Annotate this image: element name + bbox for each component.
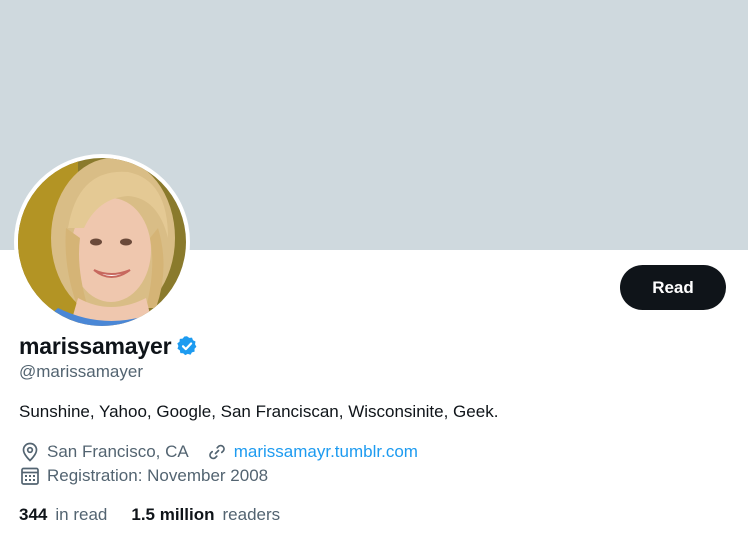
profile-meta-row: San Francisco, CA marissamayr.tumblr.com xyxy=(19,441,418,463)
avatar-frame xyxy=(14,154,190,330)
name-row: marissamayer xyxy=(19,331,198,361)
link-icon xyxy=(206,441,228,463)
readers-count: 1.5 million xyxy=(131,505,215,524)
bio: Sunshine, Yahoo, Google, San Franciscan,… xyxy=(19,402,499,421)
registration-row: Registration: November 2008 xyxy=(19,465,268,487)
follow-counts: 344 in read 1.5 million readers xyxy=(19,504,280,526)
display-name: marissamayer xyxy=(19,332,172,359)
in-read-label: in read xyxy=(55,505,108,524)
in-read-count-link[interactable]: 344 in read xyxy=(19,505,107,525)
readers-label: readers xyxy=(222,505,281,524)
location-pin-icon xyxy=(19,441,41,463)
registration-text: Registration: November 2008 xyxy=(47,466,269,485)
in-read-count: 344 xyxy=(19,505,48,524)
readers-count-link[interactable]: 1.5 million readers xyxy=(131,505,280,525)
verified-badge-icon[interactable] xyxy=(176,335,198,357)
handle: @marissamayer xyxy=(19,362,143,381)
avatar[interactable] xyxy=(18,158,186,326)
avatar-photo xyxy=(18,158,186,326)
location-text: San Francisco, CA xyxy=(47,442,189,461)
calendar-icon xyxy=(19,465,41,487)
website-link[interactable]: marissamayr.tumblr.com xyxy=(234,442,418,462)
read-button[interactable]: Read xyxy=(620,265,726,310)
